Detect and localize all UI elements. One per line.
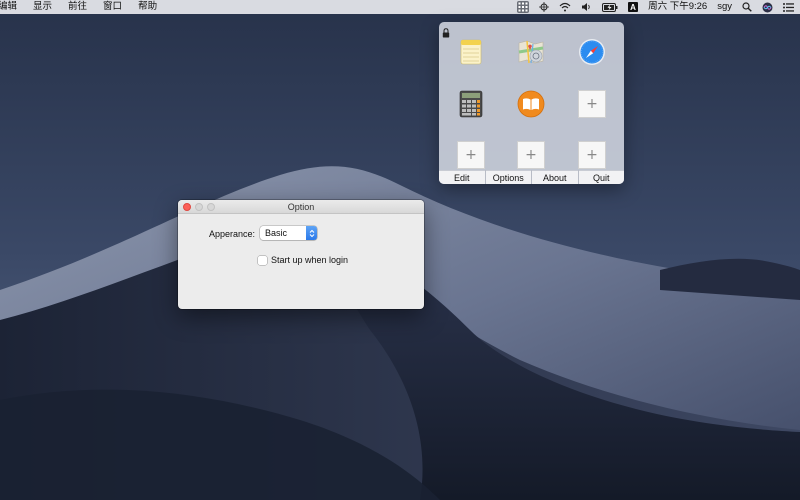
appearance-select-value: Basic [265, 228, 288, 238]
search-icon[interactable] [742, 0, 752, 14]
empty-slot[interactable]: + [577, 89, 607, 119]
options-button[interactable]: Options [485, 170, 531, 184]
menu-window[interactable]: 窗口 [95, 0, 130, 14]
input-source-icon[interactable]: A [628, 0, 639, 14]
grid-icon[interactable] [517, 1, 530, 13]
appearance-label: Apperance: [209, 229, 256, 239]
empty-slot[interactable]: + [577, 140, 607, 170]
startup-checkbox[interactable] [258, 255, 267, 265]
add-app-slot[interactable]: + [457, 141, 485, 169]
select-arrows-icon [306, 226, 317, 240]
maps-icon[interactable] [516, 37, 546, 67]
app-grid: + + + + [439, 32, 624, 182]
ibooks-icon[interactable] [516, 89, 546, 119]
menu-edit[interactable]: 编辑 [0, 0, 25, 14]
menu-go[interactable]: 前往 [60, 0, 95, 14]
option-window: Option Apperance: Basic Start up when lo… [178, 200, 424, 309]
notes-icon[interactable] [456, 37, 486, 67]
calculator-icon[interactable] [456, 89, 486, 119]
about-button[interactable]: About [532, 170, 578, 184]
volume-icon[interactable] [581, 0, 592, 14]
menu-help[interactable]: 帮助 [130, 0, 165, 14]
user-name[interactable]: sgy [717, 0, 732, 14]
add-app-slot[interactable]: + [578, 90, 606, 118]
startup-option: Start up when login [258, 255, 348, 265]
appearance-select[interactable]: Basic [260, 226, 317, 240]
popover-toolbar: Edit Options About Quit [439, 170, 624, 184]
safari-icon[interactable] [577, 37, 607, 67]
battery-icon[interactable] [602, 0, 618, 14]
add-app-slot[interactable]: + [578, 141, 606, 169]
launcher-popover: + + + + Edit Options About Quit [439, 22, 624, 184]
clock[interactable]: 周六 下午9:26 [648, 0, 707, 14]
edit-button[interactable]: Edit [439, 170, 485, 184]
window-titlebar[interactable]: Option [178, 200, 424, 214]
wifi-icon[interactable] [559, 0, 571, 14]
startup-checkbox-label[interactable]: Start up when login [271, 255, 348, 265]
list-icon[interactable] [783, 0, 794, 14]
siri-icon[interactable] [762, 0, 773, 14]
window-title: Option [287, 202, 315, 212]
empty-slot[interactable]: + [456, 140, 486, 170]
menu-view[interactable]: 显示 [25, 0, 60, 14]
menu-bar: 编辑 显示 前往 窗口 帮助 A 周六 下午9:26 sgy [0, 0, 800, 14]
sync-icon[interactable] [539, 0, 550, 14]
quit-button[interactable]: Quit [578, 170, 624, 184]
